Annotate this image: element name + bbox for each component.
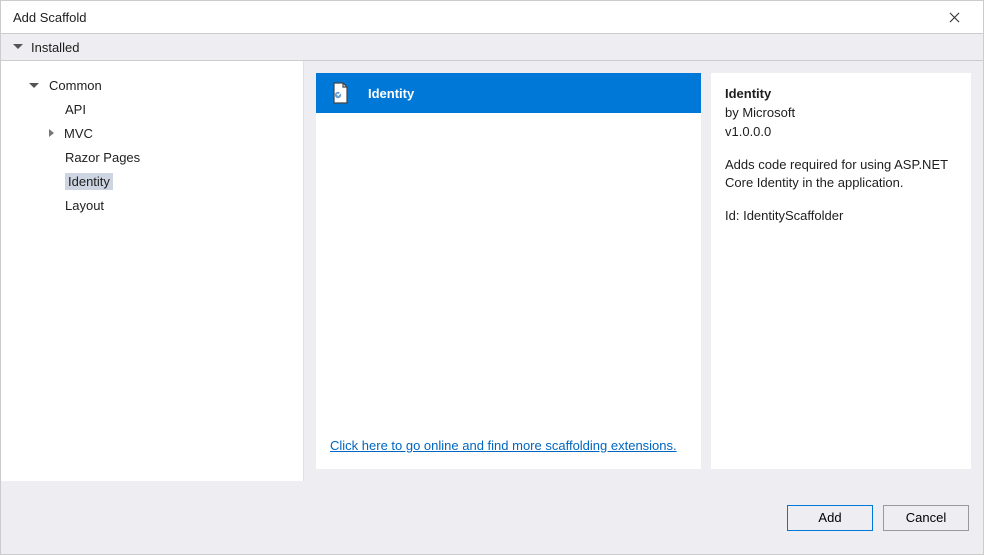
tree-item-label: Common [49, 78, 102, 93]
cancel-button[interactable]: Cancel [883, 505, 969, 531]
filter-label: Installed [31, 40, 79, 55]
window-title: Add Scaffold [13, 10, 86, 25]
dialog-body: Common API MVC Razor Pages Identity Layo… [1, 61, 983, 481]
tree-item-mvc[interactable]: MVC [9, 121, 303, 145]
details-by-prefix: by [725, 105, 742, 120]
tree-item-common[interactable]: Common [9, 73, 303, 97]
add-button[interactable]: Add [787, 505, 873, 531]
category-sidebar: Common API MVC Razor Pages Identity Layo… [1, 61, 304, 481]
details-title: Identity [725, 85, 957, 104]
details-by: Microsoft [742, 105, 795, 120]
details-version: v1.0.0.0 [725, 123, 957, 142]
titlebar: Add Scaffold [1, 1, 983, 33]
tree-item-api[interactable]: API [9, 97, 303, 121]
details-pane: Identity by Microsoft v1.0.0.0 Adds code… [711, 73, 971, 469]
close-icon [949, 12, 960, 23]
chevron-down-icon [29, 83, 39, 88]
online-extensions-link-wrap: Click here to go online and find more sc… [316, 426, 701, 469]
filter-bar[interactable]: Installed [1, 33, 983, 61]
tree-item-identity[interactable]: Identity [9, 169, 303, 193]
list-item-identity[interactable]: Identity [316, 73, 701, 113]
identity-file-icon [326, 79, 354, 107]
tree-item-label: MVC [64, 126, 93, 141]
tree-item-label: API [65, 102, 86, 117]
dialog-footer: Add Cancel [1, 481, 983, 554]
chevron-right-icon [49, 129, 54, 137]
online-extensions-link[interactable]: Click here to go online and find more sc… [330, 438, 677, 453]
details-id-prefix: Id: [725, 208, 743, 223]
details-author: by Microsoft [725, 104, 957, 123]
tree-item-label: Layout [65, 198, 104, 213]
details-id-value: IdentityScaffolder [743, 208, 843, 223]
tree-item-label: Razor Pages [65, 150, 140, 165]
tree-item-razor-pages[interactable]: Razor Pages [9, 145, 303, 169]
details-id: Id: IdentityScaffolder [725, 207, 957, 226]
close-button[interactable] [935, 3, 973, 31]
list-spacer [316, 113, 701, 426]
list-item-label: Identity [368, 86, 414, 101]
tree-item-layout[interactable]: Layout [9, 193, 303, 217]
template-list: Identity Click here to go online and fin… [316, 73, 701, 469]
chevron-down-icon [13, 44, 23, 49]
tree-item-label: Identity [65, 173, 113, 190]
details-description: Adds code required for using ASP.NET Cor… [725, 156, 957, 194]
